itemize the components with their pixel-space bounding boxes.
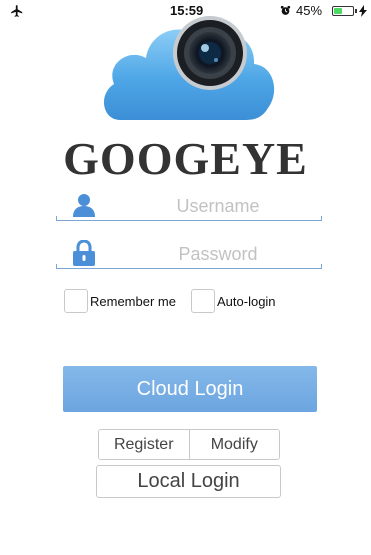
remember-me-option[interactable]: Remember me (64, 288, 176, 314)
password-input[interactable] (116, 240, 320, 268)
lock-icon (73, 240, 95, 266)
battery-percent: 45% (296, 3, 323, 18)
cloud-login-button[interactable]: Cloud Login (63, 366, 317, 412)
auto-login-checkbox[interactable] (191, 289, 215, 313)
alarm-icon (280, 5, 291, 15)
auto-login-option[interactable]: Auto-login (191, 288, 276, 314)
remember-me-checkbox[interactable] (64, 289, 88, 313)
register-modify-group: Register Modify (98, 429, 280, 460)
password-field (56, 238, 322, 269)
brand-name: GOOGEYE (63, 133, 308, 184)
battery-tip (355, 9, 357, 13)
auto-login-label: Auto-login (217, 293, 276, 309)
battery-fill (334, 8, 343, 14)
modify-button[interactable]: Modify (188, 430, 279, 459)
charging-bolt-icon (359, 5, 367, 17)
airplane-icon (11, 5, 23, 17)
cloud-camera-logo (103, 16, 275, 121)
register-button[interactable]: Register (99, 430, 189, 459)
username-field (56, 190, 322, 221)
local-login-button[interactable]: Local Login (96, 465, 281, 498)
remember-me-label: Remember me (90, 293, 176, 309)
username-input[interactable] (116, 192, 320, 220)
battery-icon (332, 6, 354, 16)
user-icon (73, 194, 95, 217)
